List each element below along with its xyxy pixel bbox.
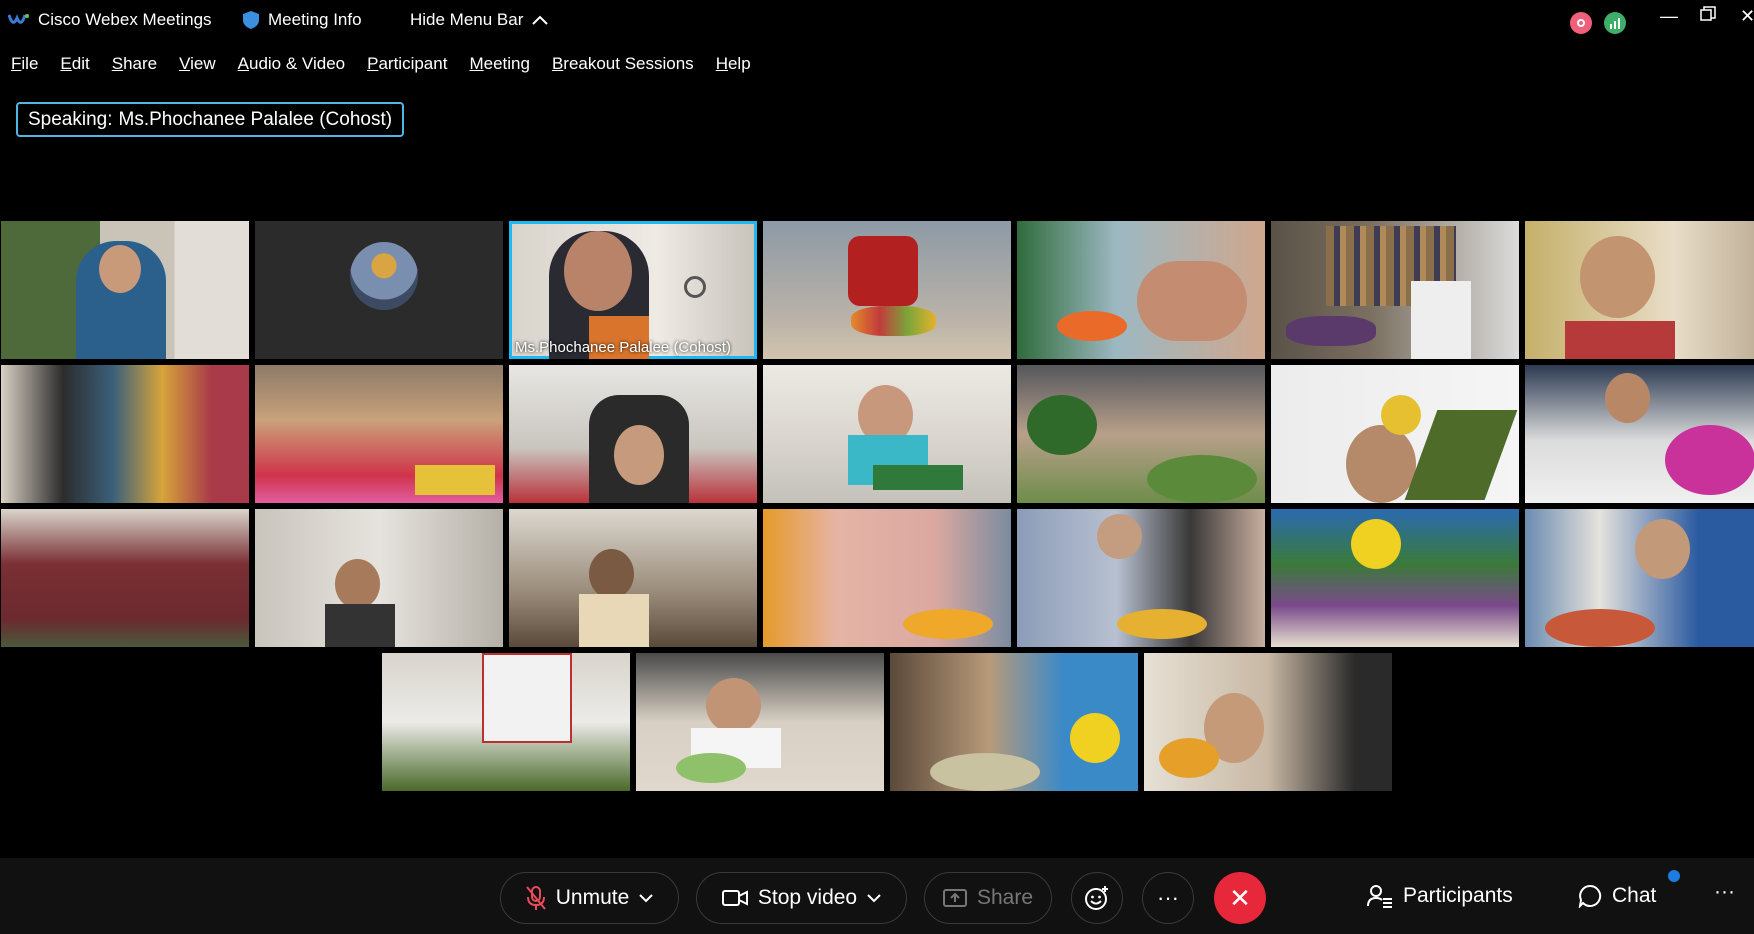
menu-bar: File Edit Share View Audio & Video Parti…: [0, 50, 762, 80]
share-screen-icon: [942, 889, 967, 907]
participant-video[interactable]: [1271, 221, 1519, 359]
participant-video[interactable]: [382, 653, 630, 791]
meeting-info-label: Meeting Info: [268, 10, 362, 29]
participant-video[interactable]: [255, 221, 503, 359]
close-icon: ✕: [1229, 882, 1251, 913]
chevron-down-icon[interactable]: [639, 893, 653, 903]
reactions-button[interactable]: [1071, 872, 1123, 924]
mic-muted-icon: [525, 885, 546, 911]
menu-participant[interactable]: Participant: [356, 50, 458, 80]
participant-video[interactable]: [763, 221, 1011, 359]
shield-icon: [242, 10, 260, 30]
participant-video[interactable]: [1, 365, 249, 503]
title-bar: Cisco Webex Meetings Meeting Info Hide M…: [0, 0, 1754, 46]
participant-video[interactable]: [1525, 365, 1754, 503]
speaking-label: Speaking:: [28, 108, 113, 130]
participant-video[interactable]: [1017, 221, 1265, 359]
participant-video[interactable]: [1525, 221, 1754, 359]
stop-video-button[interactable]: Stop video: [696, 872, 907, 924]
participant-video[interactable]: [255, 509, 503, 647]
stop-video-label: Stop video: [757, 886, 858, 909]
unmute-label: Unmute: [555, 886, 630, 909]
end-call-button[interactable]: ✕: [1214, 872, 1266, 924]
webex-logo-icon: [8, 12, 30, 28]
menu-breakout-sessions[interactable]: Breakout Sessions: [541, 50, 705, 80]
participants-button[interactable]: Participants: [1367, 884, 1513, 908]
speaker-name: Ms.Phochanee Palalee (Cohost): [118, 108, 393, 130]
participant-video[interactable]: [255, 365, 503, 503]
menu-file[interactable]: File: [0, 50, 49, 80]
participant-video[interactable]: [509, 365, 757, 503]
more-menu-button[interactable]: ···: [1714, 880, 1735, 904]
menu-help[interactable]: Help: [705, 50, 762, 80]
participant-video[interactable]: [1144, 653, 1392, 791]
avatar: [350, 242, 418, 310]
hide-menu-bar-button[interactable]: Hide Menu Bar: [410, 10, 549, 30]
control-bar: Unmute Stop video Share ··· ✕ Participan…: [0, 858, 1754, 934]
participants-icon: [1367, 884, 1393, 908]
menu-share[interactable]: Share: [101, 50, 168, 80]
meeting-info-button[interactable]: Meeting Info: [242, 10, 362, 30]
close-icon[interactable]: ✕: [1740, 6, 1754, 27]
video-camera-icon: [721, 889, 748, 907]
participant-video[interactable]: [1271, 365, 1519, 503]
speaking-indicator: Speaking: Ms.Phochanee Palalee (Cohost): [16, 102, 405, 137]
menu-edit[interactable]: Edit: [49, 50, 100, 80]
participants-label: Participants: [1403, 884, 1513, 907]
participant-video[interactable]: [890, 653, 1138, 791]
participant-video[interactable]: [1017, 509, 1265, 647]
restore-icon[interactable]: [1700, 6, 1716, 22]
menu-audio-video[interactable]: Audio & Video: [227, 50, 356, 80]
participant-video[interactable]: [636, 653, 884, 791]
hide-menu-label: Hide Menu Bar: [410, 10, 524, 29]
share-button[interactable]: Share: [924, 872, 1052, 924]
chevron-up-icon: [531, 14, 549, 26]
participant-video-active[interactable]: Ms.Phochanee Palalee (Cohost): [509, 221, 757, 359]
app-title: Cisco Webex Meetings: [8, 10, 212, 30]
app-name: Cisco Webex Meetings: [38, 10, 212, 29]
record-icon[interactable]: [1570, 12, 1592, 34]
participant-video[interactable]: [509, 509, 757, 647]
menu-view[interactable]: View: [168, 50, 227, 80]
more-icon: ···: [1714, 880, 1735, 903]
participant-video[interactable]: [1, 509, 249, 647]
participant-video[interactable]: [1017, 365, 1265, 503]
menu-meeting[interactable]: Meeting: [458, 50, 541, 80]
more-options-button[interactable]: ···: [1142, 872, 1194, 924]
chat-notification-dot: [1668, 870, 1680, 882]
share-label: Share: [976, 886, 1034, 909]
signal-icon[interactable]: [1604, 12, 1626, 34]
chat-icon: [1578, 884, 1602, 908]
participant-video[interactable]: [1271, 509, 1519, 647]
chevron-down-icon[interactable]: [867, 893, 881, 903]
chat-label: Chat: [1612, 884, 1657, 907]
unmute-button[interactable]: Unmute: [500, 872, 679, 924]
chat-button[interactable]: Chat: [1578, 870, 1680, 908]
participant-video[interactable]: [763, 509, 1011, 647]
more-icon: ···: [1157, 885, 1179, 910]
participant-video[interactable]: [1, 221, 249, 359]
participant-name: Ms.Phochanee Palalee (Cohost): [515, 339, 731, 356]
smiley-plus-icon: [1084, 885, 1110, 911]
participant-video[interactable]: [1525, 509, 1754, 647]
participant-video[interactable]: [763, 365, 1011, 503]
minimize-icon[interactable]: —: [1660, 6, 1678, 27]
